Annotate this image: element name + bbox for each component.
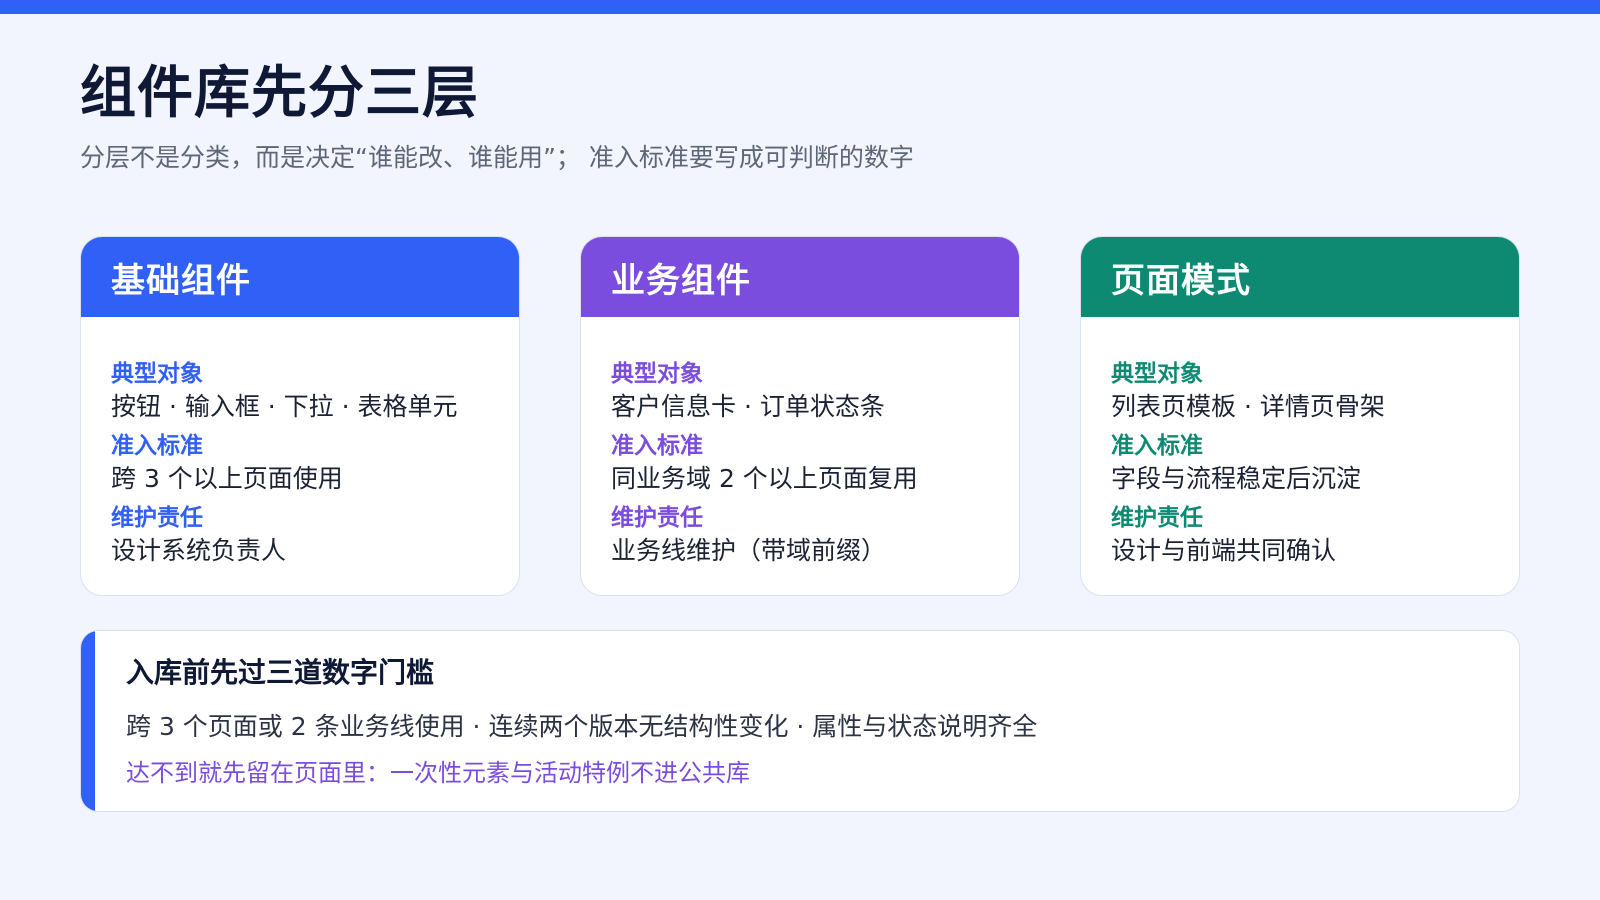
layer-card-page-patterns: 页面模式 典型对象 列表页模板 · 详情页骨架 准入标准 字段与流程稳定后沉淀 … <box>1080 236 1520 596</box>
field-label-maintenance-owner: 维护责任 <box>111 505 203 531</box>
field-value-maintenance-owner: 业务线维护（带域前缀） <box>611 536 887 565</box>
card-body: 典型对象 按钮 · 输入框 · 下拉 · 表格单元 准入标准 跨 3 个以上页面… <box>81 317 519 568</box>
card-body: 典型对象 列表页模板 · 详情页骨架 准入标准 字段与流程稳定后沉淀 维护责任 … <box>1081 317 1519 568</box>
card-header: 页面模式 <box>1081 237 1519 317</box>
field-value-admission-criteria: 字段与流程稳定后沉淀 <box>1111 464 1362 493</box>
field-label-maintenance-owner: 维护责任 <box>1111 505 1203 531</box>
card-header: 基础组件 <box>81 237 519 317</box>
card-header: 业务组件 <box>581 237 1019 317</box>
field-label-admission-criteria: 准入标准 <box>611 433 703 459</box>
note-accent-bar <box>81 631 95 811</box>
page-subtitle: 分层不是分类，而是决定“谁能改、谁能用”； 准入标准要写成可判断的数字 <box>80 143 914 172</box>
field-value-admission-criteria: 跨 3 个以上页面使用 <box>111 464 343 493</box>
field-label-typical-objects: 典型对象 <box>1111 361 1203 387</box>
field-label-maintenance-owner: 维护责任 <box>611 505 703 531</box>
field-value-typical-objects: 列表页模板 · 详情页骨架 <box>1111 392 1385 421</box>
field-label-admission-criteria: 准入标准 <box>1111 433 1203 459</box>
field-value-maintenance-owner: 设计系统负责人 <box>111 536 287 565</box>
field-value-typical-objects: 按钮 · 输入框 · 下拉 · 表格单元 <box>111 392 458 421</box>
field-value-maintenance-owner: 设计与前端共同确认 <box>1111 536 1337 565</box>
note-criteria: 跨 3 个页面或 2 条业务线使用 · 连续两个版本无结构性变化 · 属性与状态… <box>126 712 1038 741</box>
note-title: 入库前先过三道数字门槛 <box>126 656 435 689</box>
field-label-typical-objects: 典型对象 <box>611 361 703 387</box>
layer-card-base-components: 基础组件 典型对象 按钮 · 输入框 · 下拉 · 表格单元 准入标准 跨 3 … <box>80 236 520 596</box>
threshold-note-card: 入库前先过三道数字门槛 跨 3 个页面或 2 条业务线使用 · 连续两个版本无结… <box>80 630 1520 812</box>
field-value-admission-criteria: 同业务域 2 个以上页面复用 <box>611 464 918 493</box>
page-title: 组件库先分三层 <box>80 61 479 126</box>
card-body: 典型对象 客户信息卡 · 订单状态条 准入标准 同业务域 2 个以上页面复用 维… <box>581 317 1019 568</box>
field-label-typical-objects: 典型对象 <box>111 361 203 387</box>
layer-card-business-components: 业务组件 典型对象 客户信息卡 · 订单状态条 准入标准 同业务域 2 个以上页… <box>580 236 1020 596</box>
field-value-typical-objects: 客户信息卡 · 订单状态条 <box>611 392 885 421</box>
field-label-admission-criteria: 准入标准 <box>111 433 203 459</box>
note-remark: 达不到就先留在页面里：一次性元素与活动特例不进公共库 <box>126 759 750 787</box>
top-accent-bar <box>0 0 1600 14</box>
